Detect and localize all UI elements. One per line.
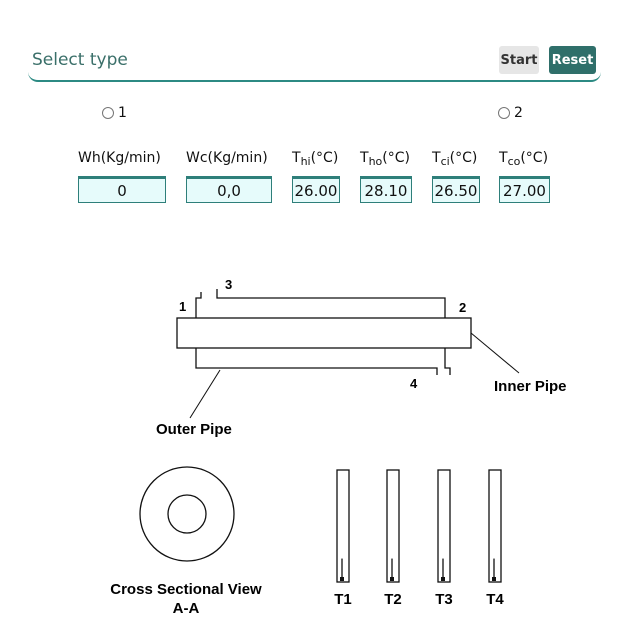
thermometer-tube-4 [488,469,502,583]
cross-section-outer-circle [139,466,235,562]
port-label-1: 1 [179,299,186,314]
thermometer-bulb-2 [390,577,394,581]
thermometer-tube-3 [437,469,451,583]
thermometer-bulb-4 [492,577,496,581]
thermometer-tube-2 [386,469,400,583]
outer-pipe-leader [189,369,221,419]
heat-exchanger-diagram: 1 2 3 4 Inner Pipe Outer Pipe Cross Sect… [110,277,567,617]
cross-section-label: Cross Sectional View [110,581,262,598]
port-label-4: 4 [410,376,418,391]
cross-section-inner-circle [167,494,207,534]
port-label-2: 2 [459,300,466,315]
thermometer-bulb-3 [441,577,445,581]
inner-pipe-leader [470,332,520,374]
thermometer-label-2: T2 [384,591,402,608]
outer-pipe-label: Outer Pipe [156,421,232,438]
thermometer-tube-1 [336,469,350,583]
thermometer-group: T1 T2 T3 T4 [334,469,504,608]
thermometer-label-3: T3 [435,591,453,608]
thermometer-label-1: T1 [334,591,352,608]
cross-section-sublabel: A-A [173,600,200,617]
thermometer-label-4: T4 [486,591,504,608]
inner-pipe [176,317,472,349]
inner-pipe-label: Inner Pipe [494,378,567,395]
thermometer-bulb-1 [340,577,344,581]
port-label-3: 3 [225,277,232,292]
